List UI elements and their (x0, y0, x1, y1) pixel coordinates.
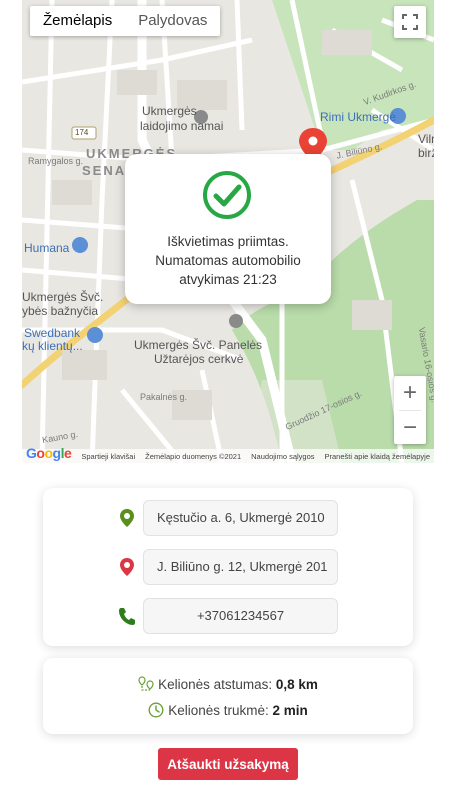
route-distance-icon (138, 676, 154, 691)
duration-value: 2 min (272, 703, 308, 718)
map-footer: Spartieji klavišai Žemėlapio duomenys ©2… (22, 449, 434, 463)
origin-pin-icon (120, 509, 134, 527)
phone-field[interactable]: +37061234567 (143, 598, 338, 634)
map-type-map-tab[interactable]: Žemėlapis (30, 6, 125, 36)
destination-row: J. Biliūno g. 12, Ukmergė 201 (43, 549, 413, 585)
trip-duration-line: Kelionės trukmė: 2 min (43, 702, 413, 718)
poi-church2-label-2: Užtarėjos cerkvė (154, 352, 244, 366)
destination-pin-icon (120, 558, 134, 576)
trip-distance-line: Kelionės atstumas: 0,8 km (43, 676, 413, 692)
phone-icon (119, 608, 135, 625)
poi-swed-label-2: kų klientų... (22, 339, 83, 353)
google-logo: Google (26, 445, 72, 461)
zoom-control: + − (394, 376, 426, 444)
keyboard-shortcuts-link[interactable]: Spartieji klavišai (81, 452, 135, 461)
report-error-link[interactable]: Pranešti apie klaidą žemėlapyje (325, 452, 430, 461)
address-card: Kęstučio a. 6, Ukmergė 2010 J. Biliūno g… (43, 488, 413, 646)
poi-church1-label: Ukmergės Švč. (22, 290, 104, 304)
poi-church1-label-2: ybės bažnyčia (22, 304, 99, 318)
poi-funeral-label-2: laidojimo namai (140, 119, 224, 133)
zoom-in-button[interactable]: + (394, 376, 426, 410)
terms-link[interactable]: Naudojimo sąlygos (251, 452, 314, 461)
district-label-2: SENA (82, 163, 127, 178)
app-root: Ramygalos g. UKMERGĖS SENA Ukmergės laid… (0, 0, 450, 800)
road-174-label: 174 (75, 128, 89, 137)
confirmation-line-2: Numatomas automobilio (155, 253, 301, 268)
street-label: Ramygalos g. (28, 156, 84, 166)
confirmation-line-1: Iškvietimas priimtas. (167, 234, 289, 249)
distance-value: 0,8 km (275, 677, 318, 692)
clock-icon (148, 702, 164, 718)
fullscreen-icon (402, 14, 418, 30)
check-circle-icon (203, 171, 251, 219)
confirmation-message: Iškvietimas priimtas. Numatomas automobi… (125, 232, 331, 289)
map-data-label: Žemėlapio duomenys ©2021 (145, 451, 242, 461)
destination-address-field[interactable]: J. Biliūno g. 12, Ukmergė 201 (143, 549, 338, 585)
trip-info-card: Kelionės atstumas: 0,8 km Kelionės trukm… (43, 658, 413, 734)
poi-swed-label: Swedbank (24, 326, 81, 340)
duration-label: Kelionės trukmė: (168, 703, 269, 718)
poi-funeral-label: Ukmergės (142, 104, 197, 118)
map-type-satellite-tab[interactable]: Palydovas (125, 6, 220, 36)
phone-row: +37061234567 (43, 598, 413, 634)
zoom-out-button[interactable]: − (394, 411, 426, 445)
distance-label: Kelionės atstumas: (158, 677, 273, 692)
map-type-control: Žemėlapis Palydovas (30, 6, 221, 36)
fullscreen-button[interactable] (394, 6, 426, 38)
poi-birz-label: birž (418, 146, 434, 160)
poi-humana-label: Humana (24, 241, 70, 255)
confirmation-line-3: atvykimas 21:23 (179, 272, 277, 287)
street-label: Pakalnės g. (140, 392, 188, 402)
poi-rimi-label: Rimi Ukmergė (320, 110, 397, 124)
poi-viln-label: Viln (418, 132, 434, 146)
order-confirmation-popup: Iškvietimas priimtas. Numatomas automobi… (125, 154, 331, 304)
origin-row: Kęstučio a. 6, Ukmergė 2010 (43, 500, 413, 536)
origin-address-field[interactable]: Kęstučio a. 6, Ukmergė 2010 (143, 500, 338, 536)
cancel-order-button[interactable]: Atšaukti užsakymą (158, 748, 298, 780)
poi-church2-label: Ukmergės Švč. Panelės (134, 338, 263, 352)
